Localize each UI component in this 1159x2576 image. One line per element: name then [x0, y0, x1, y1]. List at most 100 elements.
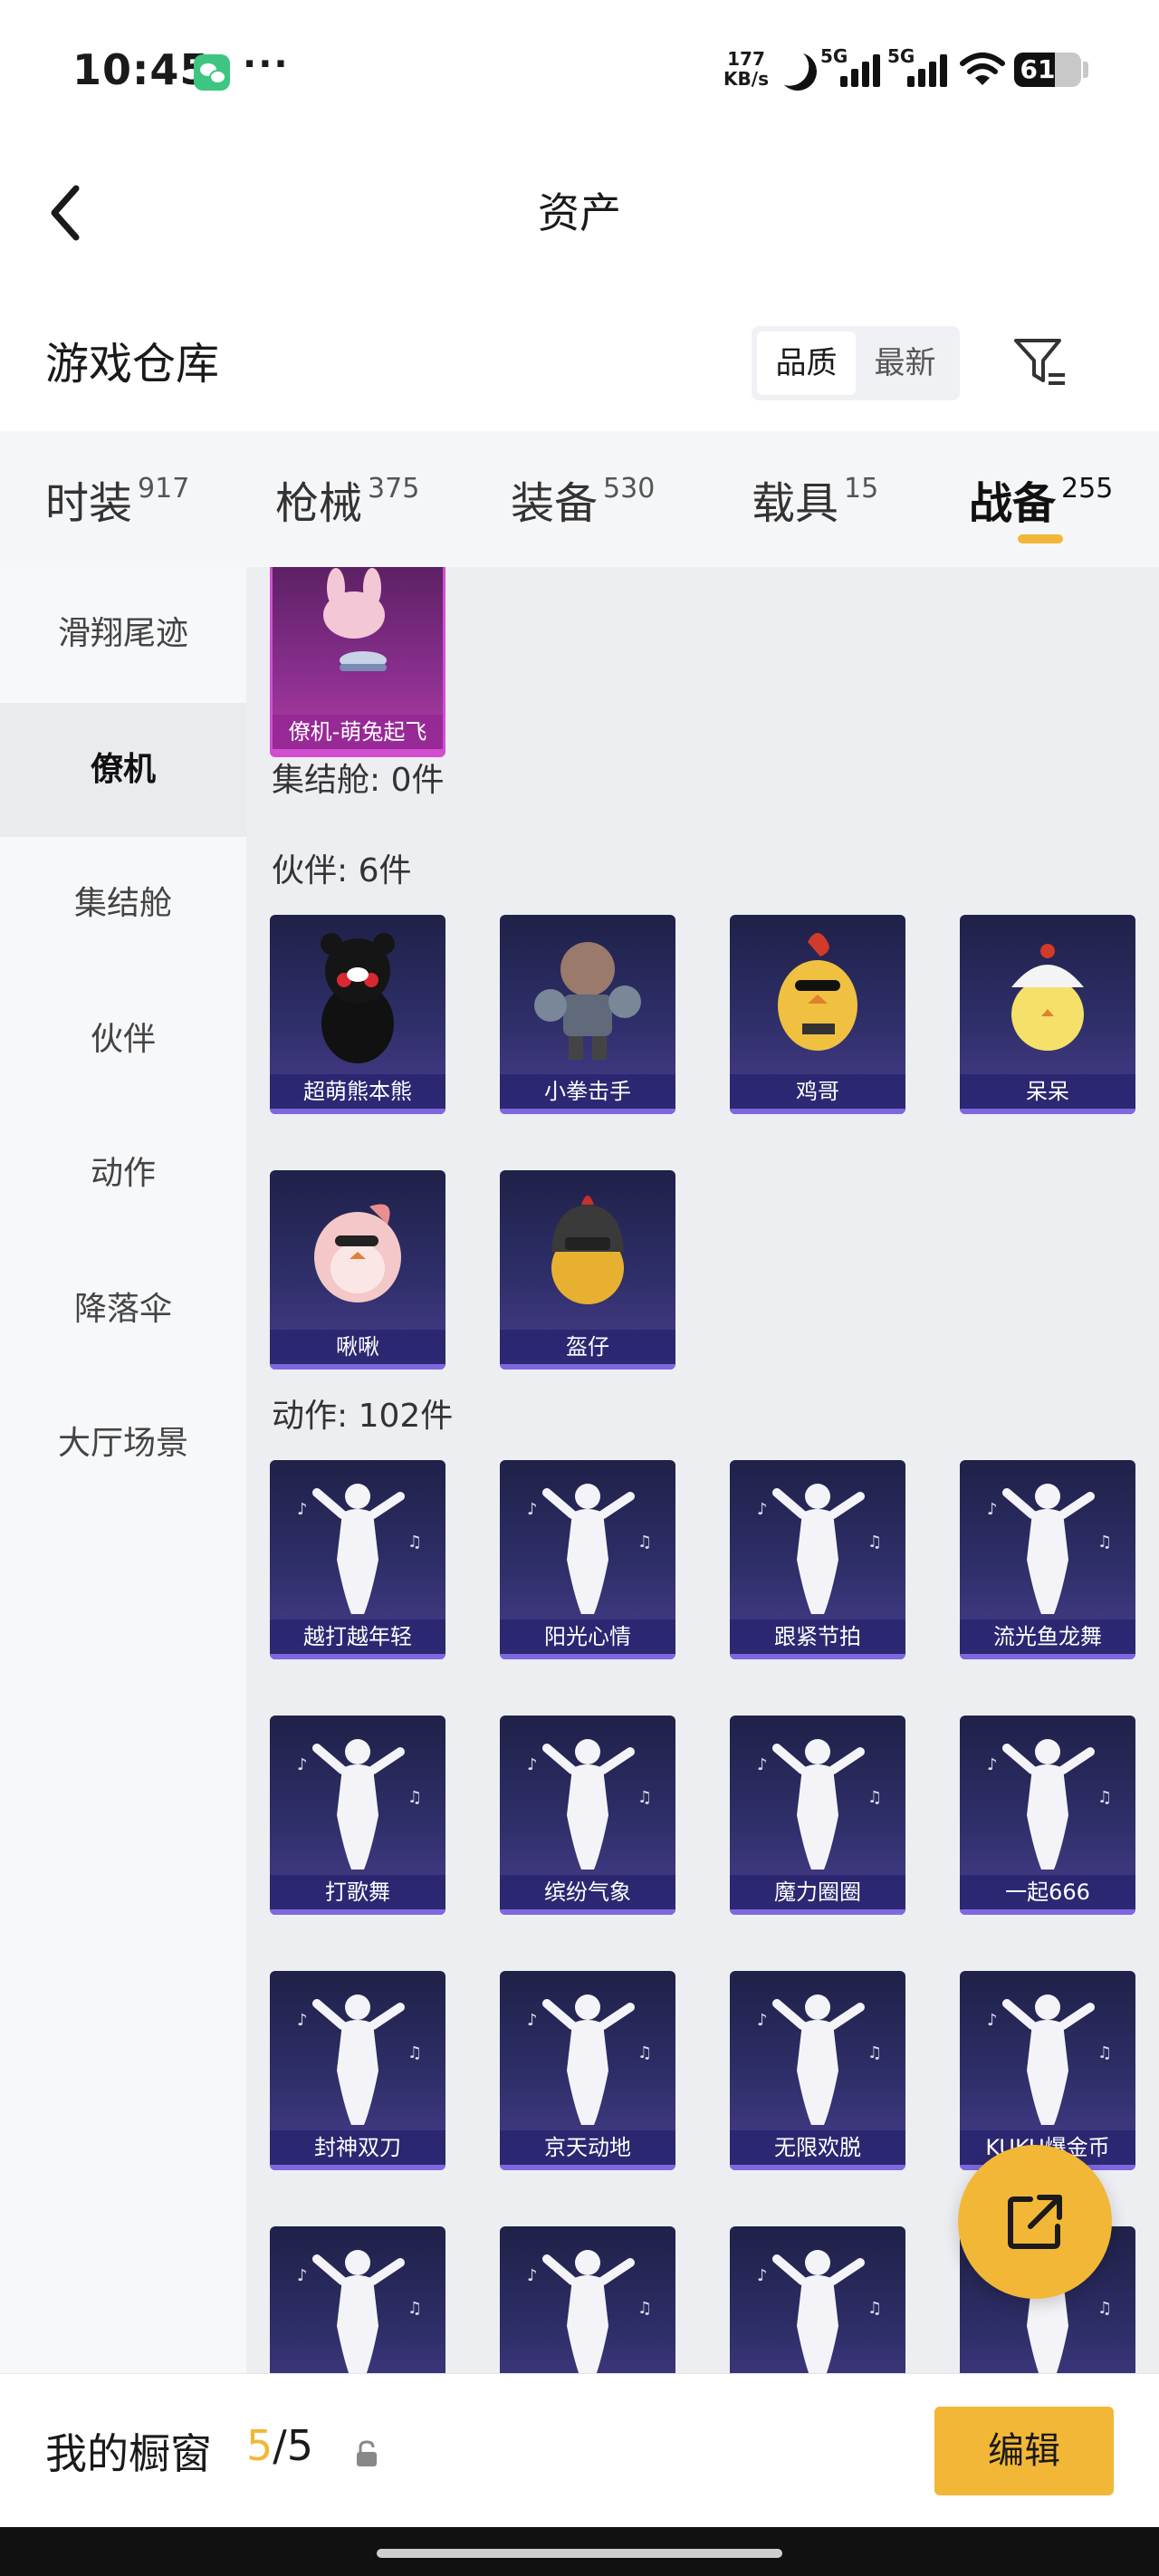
item-grid-area: 僚机-萌兔起飞 集结舱: 0件 伙伴: 6件 超萌熊本熊 小拳击手 鸡哥 呆呆 …: [246, 567, 1159, 2373]
tab-fashion[interactable]: 时装 917: [45, 467, 189, 540]
tab-vehicles[interactable]: 载具 15: [752, 467, 878, 540]
svg-text:♫: ♫: [1097, 1533, 1112, 1552]
card-name: 无限欢脱: [730, 2130, 905, 2165]
wechat-icon: [194, 54, 230, 91]
companion-card[interactable]: 盔仔: [500, 1170, 675, 1370]
emote-card[interactable]: ♪ ♫ 越打越年轻: [270, 1460, 445, 1659]
emote-card[interactable]: ♪♫: [270, 2226, 445, 2373]
card-name: 越打越年轻: [270, 1620, 445, 1654]
emote-figure-art: ♪♫: [297, 1994, 422, 2125]
kumamon-art: [321, 933, 395, 1063]
card-name: 魔力圈圈: [730, 1875, 905, 1909]
card-name: 盔仔: [500, 1330, 675, 1364]
sidebar-item-lobby-scene[interactable]: 大厅场景: [0, 1377, 246, 1511]
emote-card[interactable]: ♪ ♫ 缤纷气象: [500, 1716, 675, 1915]
signal-1-label: 5G: [820, 45, 848, 67]
sidebar-item-parachute[interactable]: 降落伞: [0, 1243, 246, 1377]
card-name: 跟紧节拍: [730, 1620, 905, 1654]
emote-card[interactable]: ♪ ♫ 一起666: [960, 1716, 1135, 1915]
sidebar-item-assembly-pod[interactable]: 集结舱: [0, 837, 246, 971]
tab-equipment[interactable]: 装备 530: [511, 467, 655, 540]
emote-figure-art: ♪♫: [757, 1739, 882, 1870]
emote-card[interactable]: ♪ ♫ 流光鱼龙舞: [960, 1460, 1135, 1659]
tab-readiness[interactable]: 战备 255: [969, 467, 1113, 540]
sidebar-item-companion[interactable]: 伙伴: [0, 973, 246, 1107]
daidai-chick-art: [1011, 944, 1084, 1051]
home-indicator[interactable]: [377, 2549, 782, 2558]
svg-text:♪: ♪: [757, 1755, 768, 1774]
signal-2-label: 5G: [887, 45, 915, 67]
network-speed: 177 KB/s: [721, 49, 771, 89]
share-button[interactable]: [958, 2145, 1112, 2299]
companion-card[interactable]: 鸡哥: [730, 915, 905, 1114]
battery-tip: [1083, 62, 1088, 78]
chevron-left-icon[interactable]: [43, 181, 89, 245]
emote-card[interactable]: ♪♫: [500, 2226, 675, 2373]
showcase-label: 我的橱窗: [45, 2429, 212, 2478]
svg-text:♫: ♫: [867, 2043, 882, 2062]
card-name: 封神双刀: [270, 2130, 445, 2165]
emote-card[interactable]: ♪ ♫ 无限欢脱: [730, 1971, 905, 2170]
svg-text:♫: ♫: [637, 1788, 652, 1807]
emote-card[interactable]: ♪ ♫ 魔力圈圈: [730, 1716, 905, 1915]
showcase-count: 5/5: [246, 2421, 313, 2470]
svg-text:♪: ♪: [987, 1500, 998, 1519]
wingman-card[interactable]: 僚机-萌兔起飞: [270, 567, 445, 757]
card-name: 超萌熊本熊: [270, 1074, 445, 1109]
card-name: 鸡哥: [730, 1074, 905, 1109]
companion-card[interactable]: 啾啾: [270, 1170, 445, 1370]
sidebar-item-wingman[interactable]: 僚机: [0, 703, 246, 837]
emote-figure-art: ♪♫: [987, 1739, 1112, 1870]
emote-figure-art: ♪♫: [527, 1739, 652, 1870]
sidebar-item-emote[interactable]: 动作: [0, 1107, 246, 1241]
bunny-plane-art: [323, 568, 387, 671]
group-label-emote: 动作: 102件: [272, 1398, 454, 1435]
emote-figure-art: ♪♫: [757, 1484, 882, 1614]
tab-label: 载具: [752, 478, 839, 529]
tab-count: 15: [844, 473, 879, 505]
emote-figure-art: ♪♫: [987, 1994, 1112, 2125]
showcase-separator: /: [273, 2421, 287, 2470]
sort-latest-button[interactable]: 最新: [856, 332, 954, 395]
card-name: 呆呆: [960, 1074, 1135, 1109]
emote-card[interactable]: ♪♫: [730, 2226, 905, 2373]
emote-card[interactable]: ♪ ♫ 封神双刀: [270, 1971, 445, 2170]
emote-figure-art: ♪♫: [987, 1484, 1112, 1614]
svg-text:♫: ♫: [407, 2299, 422, 2318]
sort-quality-button[interactable]: 品质: [757, 332, 856, 395]
network-speed-value: 177: [727, 48, 765, 70]
share-external-icon: [1008, 2195, 1062, 2249]
svg-text:♫: ♫: [867, 2299, 882, 2318]
card-name: 打歌舞: [270, 1875, 445, 1909]
emote-figure-art: ♪♫: [527, 1484, 652, 1614]
emote-figure-art: ♪♫: [297, 1484, 422, 1614]
emote-card[interactable]: ♪ ♫ 阳光心情: [500, 1460, 675, 1659]
sidebar: 滑翔尾迹 僚机 集结舱 伙伴 动作 降落伞 大厅场景: [0, 567, 246, 2373]
companion-card[interactable]: 超萌熊本熊: [270, 915, 445, 1114]
showcase-bar: 我的橱窗 5/5 编辑: [0, 2373, 1159, 2527]
emote-figure-art: ♪♫: [297, 1739, 422, 1870]
group-label-assembly-pod: 集结舱: 0件: [272, 762, 445, 799]
emote-figure-art: ♪♫: [757, 2250, 882, 2373]
network-speed-unit: KB/s: [723, 68, 769, 90]
filter-icon[interactable]: [1011, 333, 1068, 391]
sidebar-item-glide-trail[interactable]: 滑翔尾迹: [0, 567, 246, 701]
emote-figure-art: ♪♫: [297, 2250, 422, 2373]
signal-5g-icon-1: 5G: [820, 45, 886, 91]
emote-card[interactable]: ♪ ♫ 跟紧节拍: [730, 1460, 905, 1659]
companion-card[interactable]: 呆呆: [960, 915, 1135, 1114]
warehouse-title: 游戏仓库: [45, 339, 220, 389]
tab-weapons[interactable]: 枪械 375: [275, 467, 419, 540]
emote-card[interactable]: ♪ ♫ 打歌舞: [270, 1716, 445, 1915]
status-bar: 10:45 ··· 177 KB/s 5G 5G 61: [0, 0, 1159, 145]
companion-card[interactable]: 小拳击手: [500, 915, 675, 1114]
tab-count: 375: [368, 473, 420, 505]
svg-text:♪: ♪: [757, 1500, 768, 1519]
system-nav-bar: [0, 2527, 1159, 2576]
emote-card[interactable]: ♪♫KUKU爆金币: [960, 1971, 1135, 2170]
signal-5g-icon-2: 5G: [887, 45, 953, 91]
svg-text:♫: ♫: [1097, 2043, 1112, 2062]
edit-button[interactable]: 编辑: [934, 2407, 1114, 2495]
card-name: 流光鱼龙舞: [960, 1620, 1135, 1654]
emote-card[interactable]: ♪ ♫ 京天动地: [500, 1971, 675, 2170]
